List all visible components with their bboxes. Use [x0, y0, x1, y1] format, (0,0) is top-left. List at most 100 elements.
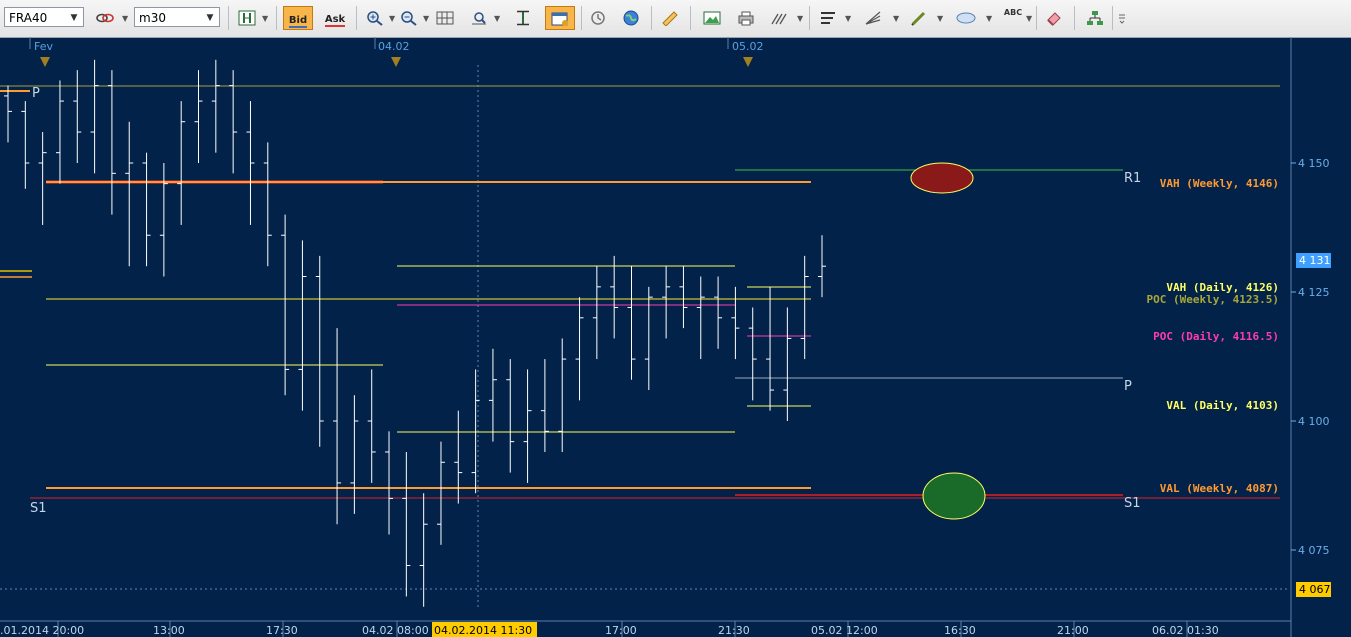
ohlc-bar: [419, 493, 428, 607]
chart-type-button[interactable]: [234, 6, 260, 30]
level-label: POC (Weekly, 4123.5): [1147, 293, 1279, 306]
ohlc-bar: [592, 266, 601, 360]
pivot-label: P: [32, 86, 40, 101]
chevron-down-icon[interactable]: ▼: [423, 14, 429, 23]
x-tick-label: 21:30: [718, 624, 750, 637]
x-tick-label: 17:30: [266, 624, 298, 637]
toolbar-more-button[interactable]: [1114, 6, 1130, 30]
tree-icon: [1087, 11, 1103, 25]
autoscale-button[interactable]: [510, 6, 536, 30]
chevron-down-icon[interactable]: ▼: [797, 14, 803, 23]
ohlc-bar: [90, 59, 99, 174]
ohlc-bar: [73, 70, 82, 163]
text-tool-button[interactable]: ABC: [1000, 6, 1026, 30]
toolbar-separator: [809, 6, 810, 30]
ask-label: Ask: [324, 14, 346, 27]
ohlc-bar: [644, 286, 653, 391]
cursor-price-tag-text: 4 067: [1299, 583, 1331, 596]
lines-icon: [821, 12, 835, 24]
trend-line-button[interactable]: [906, 6, 932, 30]
y-tick-label: 4 150: [1298, 157, 1330, 170]
history-button[interactable]: [585, 6, 611, 30]
chevron-down-icon[interactable]: ▼: [986, 14, 992, 23]
level-label: VAH (Weekly, 4146): [1160, 177, 1279, 190]
ohlc-bar: [766, 286, 775, 411]
zoom-out-icon: [401, 11, 417, 26]
ohlc-bar: [783, 307, 792, 421]
pivot-label: P: [1124, 379, 1132, 394]
image-icon: [703, 11, 721, 25]
history-icon: [591, 11, 605, 25]
grid-button[interactable]: [432, 6, 458, 30]
ruler-button[interactable]: [657, 6, 683, 30]
zoom-out-button[interactable]: [396, 6, 422, 30]
chevron-down-icon[interactable]: ▼: [893, 14, 899, 23]
symbol-select[interactable]: FRA40 ▼: [4, 7, 84, 27]
ask-button[interactable]: Ask: [320, 6, 350, 30]
last-price-tag-text: 4 131: [1299, 254, 1331, 267]
ohlc-bar: [436, 441, 445, 545]
x-tick-label: 16:30: [944, 624, 976, 637]
indicators-button[interactable]: [767, 6, 793, 30]
ohlc-bar: [21, 101, 30, 189]
toolbar-separator: [1112, 6, 1113, 30]
ohlc-bar: [748, 307, 757, 401]
fibonacci-fan-button[interactable]: [860, 6, 886, 30]
ohlc-bar: [610, 255, 619, 339]
chevron-down-icon: ▼: [70, 13, 78, 23]
save-image-button[interactable]: [699, 6, 725, 30]
chevron-down-icon[interactable]: ▼: [389, 14, 395, 23]
x-tick-label: 04.02 08:00: [362, 624, 429, 637]
globe-button[interactable]: [618, 6, 644, 30]
chevron-down-icon[interactable]: ▼: [494, 14, 500, 23]
eraser-icon: [1047, 12, 1061, 26]
zoom-in-button[interactable]: [362, 6, 388, 30]
ellipse-icon: [956, 12, 976, 24]
indicators-icon: [771, 13, 787, 25]
chevron-down-icon[interactable]: ▼: [937, 14, 943, 23]
chevron-down-icon[interactable]: ▼: [262, 14, 268, 23]
chevron-down-icon[interactable]: ▼: [845, 14, 851, 23]
ohlc-bar: [55, 80, 64, 184]
zoom-area-button[interactable]: [466, 6, 492, 30]
ohlc-bar: [385, 431, 394, 535]
eraser-button[interactable]: [1041, 6, 1067, 30]
bid-button[interactable]: Bid: [283, 6, 313, 30]
ohlc-bar: [800, 255, 809, 360]
toolbar-separator: [276, 6, 277, 30]
toolbar-separator: [581, 6, 582, 30]
timeframe-select[interactable]: m30 ▼: [134, 7, 220, 27]
date-marker-label: Fev: [34, 40, 53, 53]
y-tick-label: 4 100: [1298, 415, 1330, 428]
support-ellipse[interactable]: [922, 472, 986, 520]
link-chart-button[interactable]: [92, 6, 118, 30]
date-marker-arrow: [743, 57, 753, 67]
horizontal-lines-button[interactable]: [815, 6, 841, 30]
pivot-label: S1: [1124, 496, 1141, 511]
resistance-ellipse[interactable]: [910, 162, 974, 194]
date-marker-arrow: [40, 57, 50, 67]
ohlc-bar: [333, 328, 342, 525]
more-icon: [1119, 14, 1125, 24]
chart-toolbar: FRA40 ▼ ▼ m30 ▼ ▼ Bid Ask ▼ ▼ ▼ ▼ ▼ ▼ ▼ …: [0, 0, 1351, 38]
y-tick-label: 4 125: [1298, 286, 1330, 299]
ohlc-bar: [159, 163, 168, 277]
ohlc-bar: [696, 276, 705, 360]
date-marker-arrow: [391, 57, 401, 67]
objects-tree-button[interactable]: [1082, 6, 1108, 30]
ohlc-bar: [714, 276, 723, 349]
chart-settings-button[interactable]: [545, 6, 575, 30]
price-chart[interactable]: Fev 04.02 05.02 P R1 P S1 S1 VAH (Weekly…: [0, 37, 1351, 637]
zoom-area-icon: [472, 12, 486, 25]
pivot-label: S1: [30, 501, 47, 516]
autoscale-icon: [517, 10, 529, 26]
bid-label: Bid: [288, 15, 308, 28]
ohlc-bar: [627, 266, 636, 380]
symbol-value: FRA40: [9, 11, 48, 25]
ellipse-button[interactable]: [953, 6, 979, 30]
print-button[interactable]: [733, 6, 759, 30]
chevron-down-icon[interactable]: ▼: [122, 14, 128, 23]
ohlc-bar: [211, 59, 220, 153]
chevron-down-icon[interactable]: ▼: [1026, 14, 1032, 23]
ohlc-bar: [558, 338, 567, 452]
